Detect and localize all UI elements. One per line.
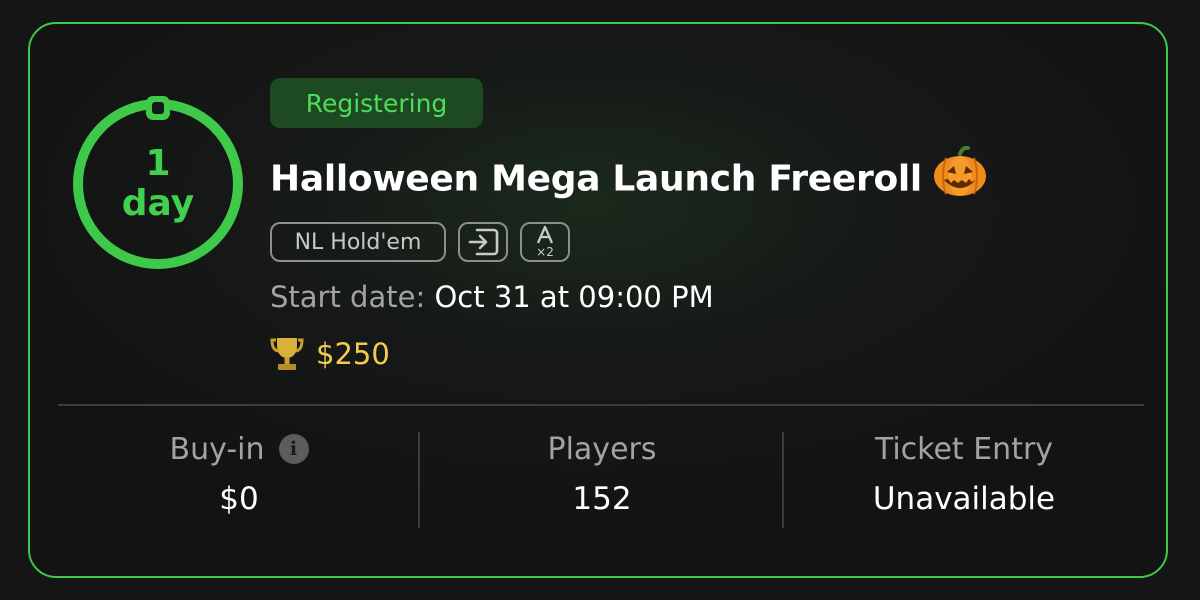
tournament-title[interactable]: Halloween Mega Launch Freeroll — [270, 145, 988, 211]
game-type-tag: NL Hold'em — [270, 222, 446, 262]
buyin-stat: Buy-in i $0 — [59, 429, 419, 517]
countdown-number: 1 — [145, 143, 171, 184]
ace-x2-icon: ×2 — [536, 225, 554, 259]
status-badge: Registering — [270, 78, 483, 128]
countdown-timer: 1 day — [70, 96, 246, 272]
start-date-value: Oct 31 at 09:00 PM — [434, 280, 714, 314]
start-date-label: Start date: — [270, 280, 426, 314]
pumpkin-icon — [932, 145, 988, 207]
players-value: 152 — [572, 481, 632, 517]
stat-separator — [418, 432, 420, 528]
prize-pool: $250 — [270, 336, 390, 372]
prize-amount: $250 — [316, 337, 390, 371]
players-stat: Players 152 — [422, 429, 782, 518]
tournament-card[interactable]: 1 day Registering Halloween Mega Launch … — [28, 22, 1168, 578]
enter-icon — [468, 228, 499, 256]
trophy-icon — [270, 338, 304, 370]
card-divider — [58, 404, 1144, 406]
info-icon[interactable]: i — [278, 434, 309, 464]
tournament-tags: NL Hold'em ×2 — [270, 222, 570, 262]
start-date: Start date: Oct 31 at 09:00 PM — [270, 280, 714, 314]
ticket-entry-stat: Ticket Entry Unavailable — [784, 429, 1144, 518]
rebuy-tag: ×2 — [520, 222, 570, 262]
countdown-unit: day — [121, 183, 195, 224]
rebuy-multiplier: ×2 — [536, 245, 554, 259]
ticket-entry-value: Unavailable — [872, 481, 1056, 517]
buyin-label: Buy-in — [169, 431, 265, 467]
late-entry-tag — [458, 222, 508, 262]
buyin-value: $0 — [219, 481, 259, 517]
players-label: Players — [547, 431, 657, 467]
tournament-title-text: Halloween Mega Launch Freeroll — [270, 158, 922, 200]
ticket-entry-label: Ticket Entry — [874, 431, 1054, 467]
